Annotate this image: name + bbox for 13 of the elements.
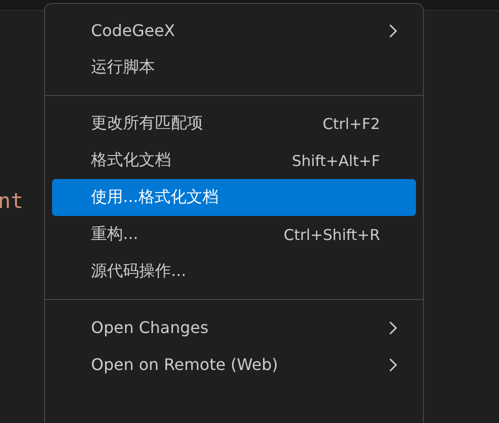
- chevron-right-icon: [388, 320, 398, 336]
- menu-item[interactable]: 格式化文档 Shift+Alt+F: [52, 142, 416, 179]
- menu-item[interactable]: 使用...格式化文档: [52, 179, 416, 216]
- chevron-right-icon: [388, 356, 398, 372]
- menu-item[interactable]: 源代码操作...: [52, 253, 416, 290]
- code-text: nt: [0, 189, 24, 213]
- menu-item[interactable]: Open Changes: [52, 309, 416, 346]
- menu-item[interactable]: CodeGeeX: [52, 12, 416, 49]
- menu-item[interactable]: Open on Remote (Web): [52, 346, 416, 383]
- menu-item[interactable]: 运行脚本: [52, 49, 416, 86]
- menu-item[interactable]: 重构... Ctrl+Shift+R: [52, 216, 416, 253]
- menu-item[interactable]: 更改所有匹配项 Ctrl+F2: [52, 105, 416, 142]
- chevron-right-icon: [388, 22, 398, 38]
